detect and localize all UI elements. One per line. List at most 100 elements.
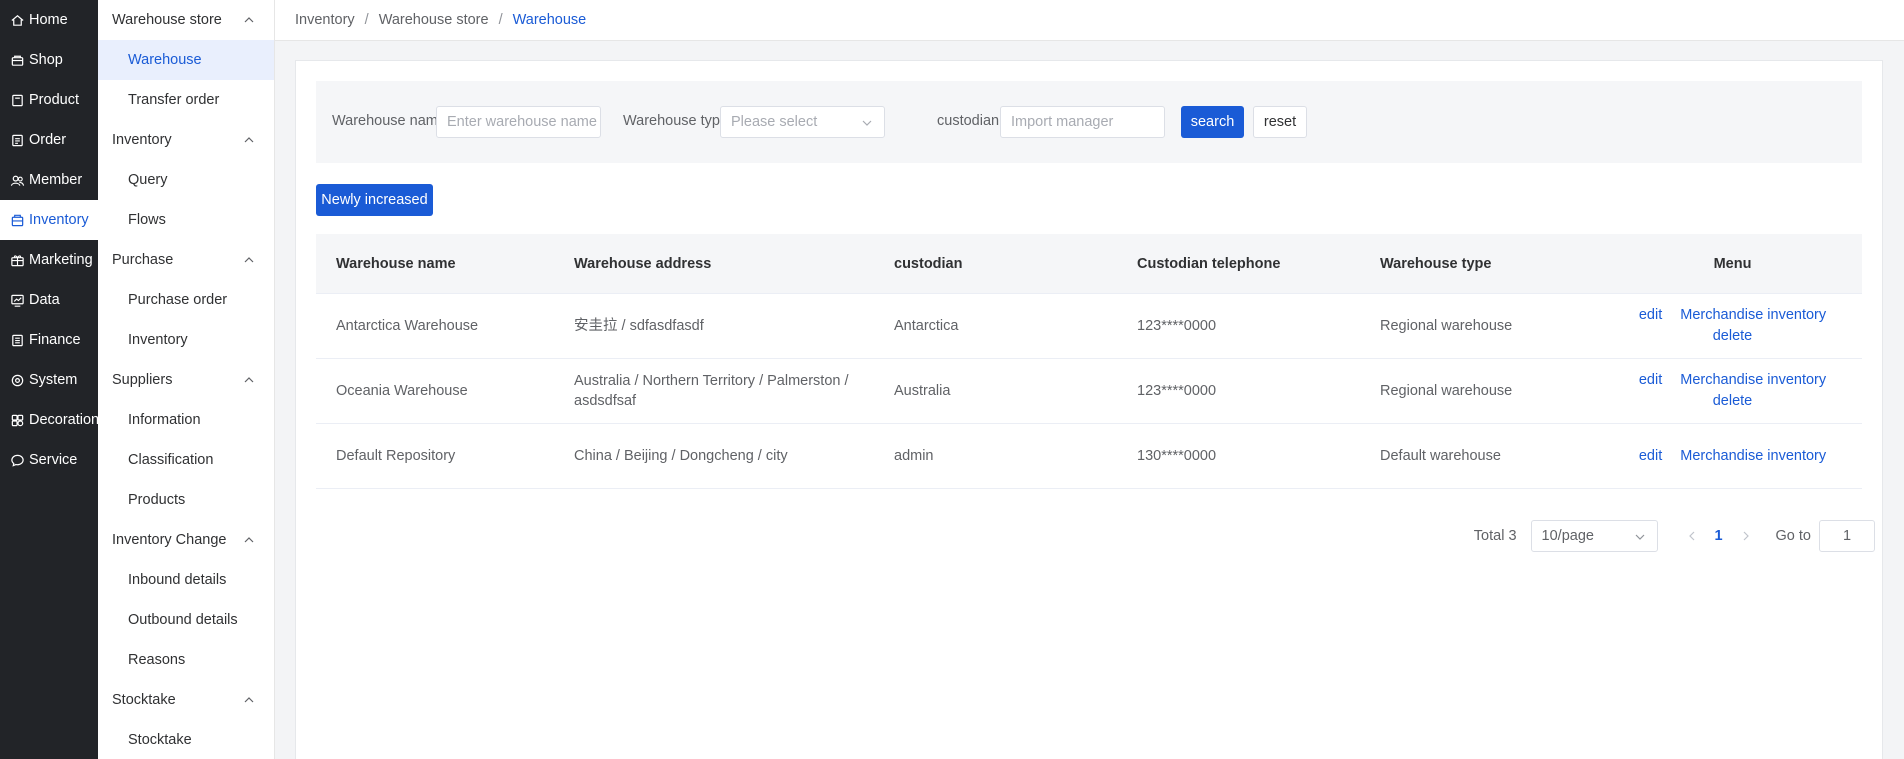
row-actions: edit Merchandise inventory xyxy=(1603,446,1862,467)
submenu-item-inventory[interactable]: Inventory xyxy=(98,320,274,360)
chevron-left-icon xyxy=(1688,531,1694,541)
reset-button[interactable]: reset xyxy=(1253,106,1307,138)
nav-item-decoration[interactable]: Decoration xyxy=(0,400,99,440)
row-actions: edit Merchandise inventory delete xyxy=(1603,305,1862,347)
table-row: Oceania Warehouse Australia / Northern Te… xyxy=(316,359,1862,424)
breadcrumb-item-inventory[interactable]: Inventory xyxy=(295,12,355,28)
submenu-item-reasons[interactable]: Reasons xyxy=(98,640,274,680)
nav-item-product[interactable]: Product xyxy=(0,80,98,120)
row-actions: edit Merchandise inventory delete xyxy=(1603,370,1862,412)
submenu-item-transfer-order[interactable]: Transfer order xyxy=(98,80,274,120)
submenu-item-inbound-details[interactable]: Inbound details xyxy=(98,560,274,600)
chevron-up-icon xyxy=(244,697,254,703)
page-number-1[interactable]: 1 xyxy=(1708,528,1730,544)
submenu-item-classification[interactable]: Classification xyxy=(98,440,274,480)
table-header: Warehouse name Warehouse address custodi… xyxy=(316,234,1862,294)
warehouse-type-label: Warehouse type: xyxy=(623,113,733,129)
cell-menu: edit Merchandise inventory delete xyxy=(1603,305,1862,347)
merchandise-inventory-link[interactable]: Merchandise inventory xyxy=(1680,305,1826,326)
service-icon xyxy=(11,454,24,467)
custodian-input[interactable]: Import manager xyxy=(1000,106,1165,138)
breadcrumb-item-warehouse-store[interactable]: Warehouse store xyxy=(379,12,489,28)
nav-item-member[interactable]: Member xyxy=(0,160,98,200)
page-size-value: 10/page xyxy=(1541,528,1594,544)
column-header: Warehouse address xyxy=(574,255,712,272)
edit-link[interactable]: edit xyxy=(1639,446,1662,467)
nav-item-label: Product xyxy=(29,92,79,108)
nav-item-finance[interactable]: Finance xyxy=(0,320,98,360)
chevron-up-icon xyxy=(244,377,254,383)
nav-item-label: Finance xyxy=(29,332,81,348)
nav-item-data[interactable]: Data xyxy=(0,280,98,320)
submenu-group-purchase[interactable]: Purchase xyxy=(98,240,274,280)
shop-icon xyxy=(11,55,24,66)
data-icon xyxy=(11,294,24,307)
column-header: Warehouse name xyxy=(336,255,456,272)
nav-item-label: Service xyxy=(29,452,78,468)
row-actions-line: edit Merchandise inventory xyxy=(1639,305,1826,326)
submenu-item-flows[interactable]: Flows xyxy=(98,200,274,240)
cell-warehouse-type: Default warehouse xyxy=(1380,448,1501,464)
nav-item-shop[interactable]: Shop xyxy=(0,40,98,80)
breadcrumb-item-warehouse: Warehouse xyxy=(512,12,587,28)
filter-panel: Warehouse name: Enter warehouse name War… xyxy=(316,81,1862,163)
decoration-icon xyxy=(11,414,24,426)
pagination-total: Total 3 xyxy=(1473,528,1517,544)
pagination: Total 3 10/page 1 Go to 1 xyxy=(1474,520,1875,552)
submenu-group-warehouse-store[interactable]: Warehouse store xyxy=(98,0,274,40)
submenu-item-information[interactable]: Information xyxy=(98,400,274,440)
goto-page-input[interactable]: 1 xyxy=(1819,520,1875,552)
cell-menu: edit Merchandise inventory delete xyxy=(1603,370,1862,412)
edit-link[interactable]: edit xyxy=(1639,370,1662,391)
merchandise-inventory-link[interactable]: Merchandise inventory xyxy=(1680,446,1826,467)
submenu-item-stocktake[interactable]: Stocktake xyxy=(98,720,274,759)
cell-warehouse-type: Regional warehouse xyxy=(1380,383,1513,399)
prev-page-button[interactable] xyxy=(1676,531,1708,541)
nav-item-inventory[interactable]: Inventory xyxy=(0,200,98,240)
cell-custodian-telephone: 123****0000 xyxy=(1137,318,1217,334)
chevron-down-icon xyxy=(862,120,872,126)
submenu-group-suppliers[interactable]: Suppliers xyxy=(98,360,274,400)
nav-item-marketing[interactable]: Marketing xyxy=(0,240,98,280)
main-nav: Home Shop Product Order Member Inventory Marke… xyxy=(0,0,99,759)
chevron-right-icon xyxy=(1743,531,1749,541)
warehouse-type-select[interactable]: Please select xyxy=(720,106,885,138)
edit-link[interactable]: edit xyxy=(1639,305,1662,326)
page-size-select[interactable]: 10/page xyxy=(1530,520,1658,552)
submenu-group-label: Inventory Change xyxy=(112,532,227,548)
cell-menu: edit Merchandise inventory xyxy=(1603,446,1862,467)
search-button[interactable]: search xyxy=(1181,106,1244,138)
cell-custodian: Australia xyxy=(894,383,951,399)
sub-menu: Warehouse store Warehouse Transfer order In… xyxy=(98,0,275,759)
goto-label: Go to xyxy=(1775,528,1811,544)
nav-item-home[interactable]: Home xyxy=(0,0,98,40)
add-warehouse-button[interactable]: Newly increased xyxy=(316,184,433,216)
warehouse-name-label: Warehouse name: xyxy=(332,113,450,129)
next-page-button[interactable] xyxy=(1730,531,1762,541)
warehouse-name-input[interactable]: Enter warehouse name xyxy=(436,106,601,138)
nav-item-service[interactable]: Service xyxy=(0,440,98,480)
nav-item-label: Member xyxy=(29,172,83,188)
breadcrumb: Inventory / Warehouse store / Warehouse xyxy=(275,0,1904,41)
nav-item-label: System xyxy=(29,372,78,388)
submenu-group-stocktake[interactable]: Stocktake xyxy=(98,680,274,720)
table-row: Default Repository China / Beijing / Dong… xyxy=(316,424,1862,489)
delete-link[interactable]: delete xyxy=(1713,391,1753,412)
delete-link[interactable]: delete xyxy=(1713,326,1753,347)
submenu-item-products[interactable]: Products xyxy=(98,480,274,520)
product-icon xyxy=(12,94,23,106)
cell-warehouse-name: Default Repository xyxy=(336,448,456,464)
nav-item-system[interactable]: System xyxy=(0,360,98,400)
submenu-group-inventory-change[interactable]: Inventory Change xyxy=(98,520,274,560)
cell-warehouse-address: China / Beijing / Dongcheng / city xyxy=(574,448,788,464)
submenu-item-purchase-order[interactable]: Purchase order xyxy=(98,280,274,320)
submenu-item-outbound-details[interactable]: Outbound details xyxy=(98,600,274,640)
merchandise-inventory-link[interactable]: Merchandise inventory xyxy=(1680,370,1826,391)
nav-item-order[interactable]: Order xyxy=(0,120,98,160)
warehouse-type-placeholder: Please select xyxy=(731,114,818,130)
nav-item-label: Data xyxy=(29,292,60,308)
cell-custodian: Antarctica xyxy=(894,318,959,334)
submenu-group-inventory[interactable]: Inventory xyxy=(98,120,274,160)
submenu-item-query[interactable]: Query xyxy=(98,160,274,200)
submenu-item-warehouse[interactable]: Warehouse xyxy=(98,40,274,80)
